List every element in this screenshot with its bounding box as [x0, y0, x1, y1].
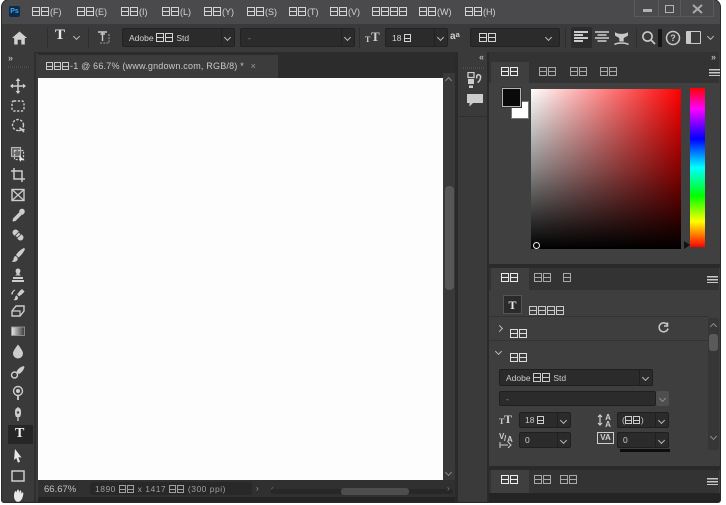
svg-text:A: A — [605, 420, 611, 428]
svg-text:?: ? — [670, 33, 676, 43]
